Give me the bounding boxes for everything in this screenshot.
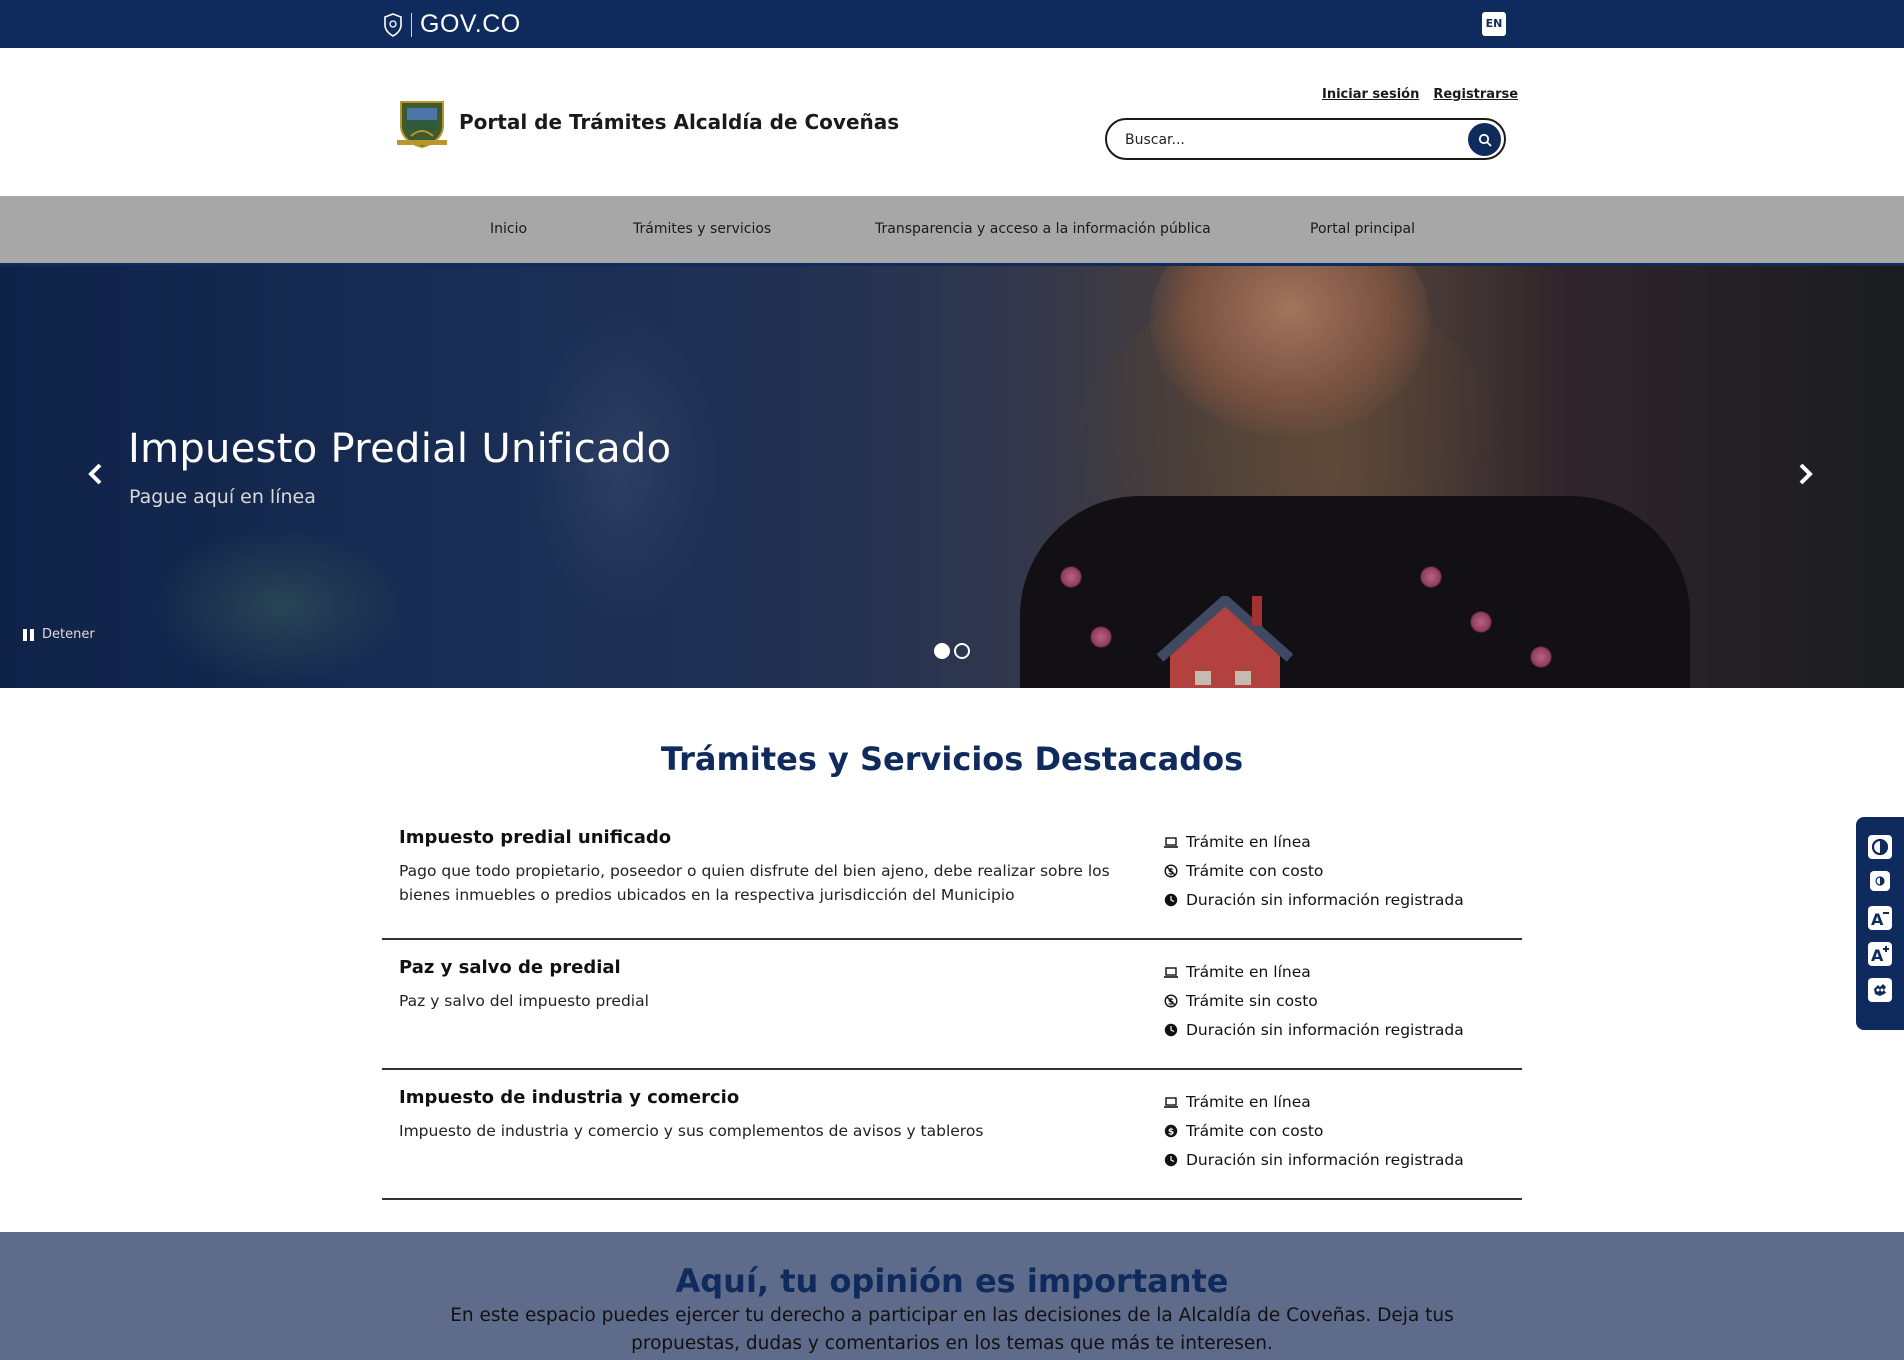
service-tags: Trámite en línea $ Trámite con costo Dur…	[1164, 827, 1464, 914]
service-row[interactable]: Impuesto de industria y comercio Impuest…	[382, 1087, 1522, 1200]
service-tag-label: Trámite en línea	[1186, 1092, 1311, 1111]
language-toggle-button[interactable]: EN	[1482, 12, 1506, 36]
svg-text:$: $	[1168, 1127, 1174, 1137]
laptop-icon	[1164, 1096, 1178, 1108]
service-description: Impuesto de industria y comercio y sus c…	[399, 1122, 984, 1140]
service-tags: Trámite en línea $ Trámite sin costo Dur…	[1164, 957, 1464, 1044]
service-tag: $ Trámite con costo	[1164, 1116, 1464, 1145]
increase-font-button[interactable]: A	[1868, 942, 1892, 966]
font-decrease-icon: A	[1871, 910, 1889, 927]
laptop-icon	[1164, 836, 1178, 848]
no-cost-icon: $	[1164, 863, 1178, 878]
high-contrast-button[interactable]	[1868, 835, 1892, 859]
hero-overlay	[0, 266, 1904, 688]
service-tag-label: Duración sin información registrada	[1186, 1020, 1464, 1039]
service-description: Paz y salvo del impuesto predial	[399, 992, 649, 1010]
chevron-right-icon	[1799, 463, 1813, 485]
chevron-left-icon	[88, 463, 102, 485]
opinion-section: Aquí, tu opinión es importante En este e…	[0, 1232, 1904, 1360]
decrease-font-button[interactable]: A	[1868, 906, 1892, 930]
service-name[interactable]: Impuesto de industria y comercio	[399, 1087, 739, 1108]
service-row[interactable]: Impuesto predial unificado Pago que todo…	[382, 827, 1522, 940]
service-tag: $ Trámite con costo	[1164, 856, 1464, 885]
service-tag-label: Trámite sin costo	[1186, 991, 1318, 1010]
carousel-prev-button[interactable]	[86, 459, 110, 489]
nav-item-inicio[interactable]: Inicio	[490, 196, 527, 263]
coin-icon: $	[1164, 1124, 1178, 1137]
hero-title: Impuesto Predial Unificado	[128, 426, 672, 472]
laptop-icon	[1164, 966, 1178, 978]
register-link[interactable]: Registrarse	[1433, 87, 1518, 102]
service-row[interactable]: Paz y salvo de predial Paz y salvo del i…	[382, 957, 1522, 1070]
service-tag: Trámite en línea	[1164, 957, 1464, 986]
service-name[interactable]: Impuesto predial unificado	[399, 827, 671, 848]
search-button[interactable]	[1468, 123, 1501, 156]
clock-icon	[1164, 1023, 1178, 1036]
service-tag: Duración sin información registrada	[1164, 885, 1464, 914]
portal-title: Portal de Trámites Alcaldía de Coveñas	[459, 110, 900, 134]
opinion-text: En este espacio puedes ejercer tu derech…	[450, 1305, 1454, 1354]
service-tag: Trámite en línea	[1164, 1087, 1464, 1116]
nav-item-tramites[interactable]: Trámites y servicios	[633, 196, 771, 263]
sign-language-button[interactable]	[1868, 978, 1892, 1002]
service-tag-label: Duración sin información registrada	[1186, 890, 1464, 909]
auth-links: Iniciar sesión Registrarse	[1322, 87, 1518, 102]
nav-item-portal-principal[interactable]: Portal principal	[1310, 196, 1415, 263]
carousel-dot[interactable]	[954, 643, 970, 659]
municipality-crest-icon	[397, 101, 447, 148]
service-tag: $ Trámite sin costo	[1164, 986, 1464, 1015]
govco-top-bar: GOV.CO EN	[0, 0, 1904, 48]
carousel-dot[interactable]	[934, 643, 950, 659]
font-increase-icon: A	[1871, 946, 1889, 963]
search-box	[1105, 118, 1506, 160]
service-tag-label: Trámite con costo	[1186, 1121, 1324, 1140]
carousel-pause-button[interactable]: Detener	[23, 627, 95, 642]
svg-text:A: A	[1871, 910, 1884, 927]
portal-brand[interactable]: Portal de Trámites Alcaldía de Coveñas	[395, 96, 899, 148]
service-tag-label: Trámite en línea	[1186, 832, 1311, 851]
service-tag-label: Trámite con costo	[1186, 861, 1324, 880]
svg-text:A: A	[1871, 946, 1884, 963]
service-tag: Duración sin información registrada	[1164, 1145, 1464, 1174]
colombia-shield-icon	[384, 12, 402, 37]
contrast-icon	[1871, 838, 1889, 856]
service-tags: Trámite en línea $ Trámite con costo Dur…	[1164, 1087, 1464, 1174]
service-name[interactable]: Paz y salvo de predial	[399, 957, 621, 978]
nav-item-transparencia[interactable]: Transparencia y acceso a la información …	[875, 196, 1211, 263]
search-input[interactable]	[1125, 129, 1445, 151]
clock-icon	[1164, 1153, 1178, 1166]
clock-icon	[1164, 893, 1178, 906]
no-cost-icon: $	[1164, 993, 1178, 1008]
logo-divider	[411, 12, 412, 37]
pause-icon	[23, 628, 34, 641]
service-tag-label: Duración sin información registrada	[1186, 1150, 1464, 1169]
half-circle-icon	[1875, 876, 1885, 886]
govco-logo[interactable]: GOV.CO	[383, 10, 521, 39]
main-nav: Inicio Trámites y servicios Transparenci…	[0, 196, 1904, 266]
sign-language-icon	[1874, 984, 1886, 996]
hero-subtitle: Pague aquí en línea	[129, 486, 316, 508]
accessibility-toolbar: A A	[1856, 817, 1904, 1030]
carousel-indicators	[934, 643, 970, 659]
search-icon	[1478, 133, 1492, 147]
hero-carousel: Impuesto Predial Unificado Pague aquí en…	[0, 266, 1904, 688]
carousel-next-button[interactable]	[1795, 459, 1819, 489]
featured-section-title: Trámites y Servicios Destacados	[660, 740, 1244, 778]
dark-mode-button[interactable]	[1870, 871, 1890, 891]
login-link[interactable]: Iniciar sesión	[1322, 87, 1419, 102]
pause-label: Detener	[42, 627, 95, 642]
opinion-title: Aquí, tu opinión es importante	[675, 1262, 1229, 1300]
service-tag: Duración sin información registrada	[1164, 1015, 1464, 1044]
service-description: Pago que todo propietario, poseedor o qu…	[399, 862, 1110, 904]
govco-logo-text: GOV.CO	[420, 10, 521, 38]
service-tag: Trámite en línea	[1164, 827, 1464, 856]
site-header: Portal de Trámites Alcaldía de Coveñas I…	[0, 48, 1904, 196]
service-tag-label: Trámite en línea	[1186, 962, 1311, 981]
